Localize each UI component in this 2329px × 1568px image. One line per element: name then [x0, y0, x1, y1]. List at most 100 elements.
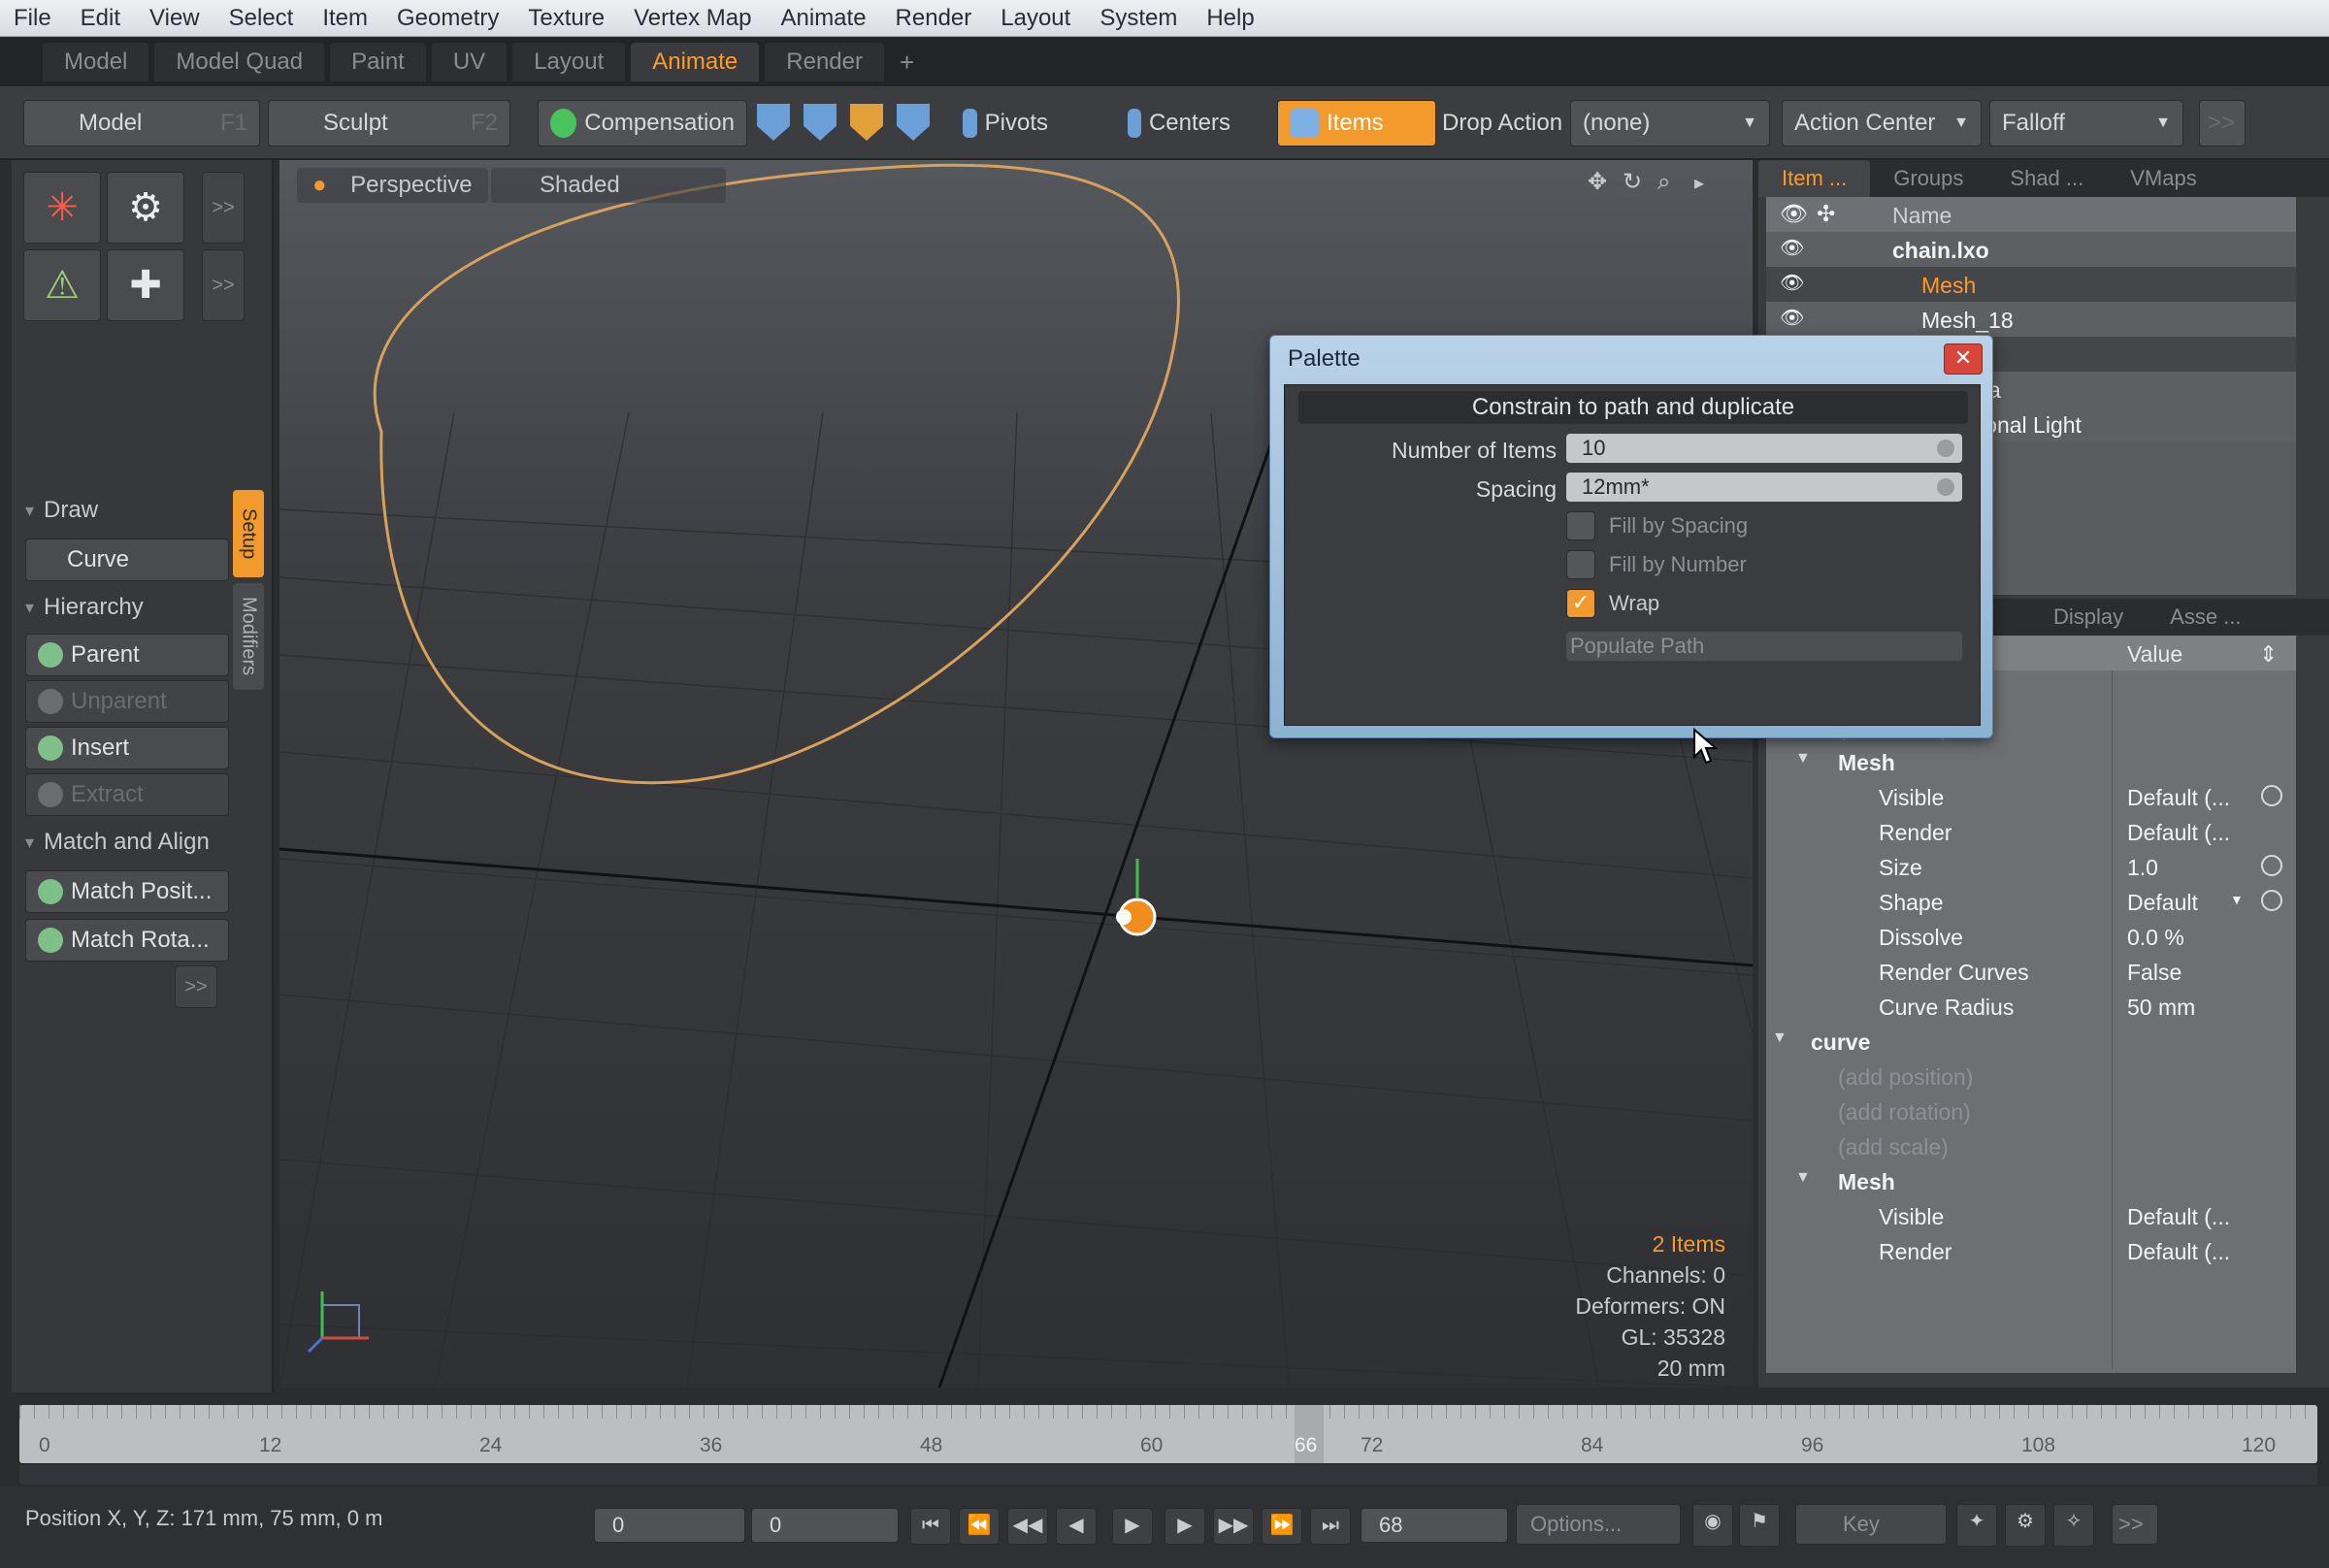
menu-item-geometry[interactable]: Geometry — [397, 5, 499, 32]
fill-by-number-checkbox[interactable] — [1566, 550, 1595, 579]
shading-selector[interactable]: Shaded — [491, 168, 726, 203]
menu-item-render[interactable]: Render — [896, 5, 972, 32]
menu-item-help[interactable]: Help — [1206, 5, 1254, 32]
menu-item-animate[interactable]: Animate — [781, 5, 867, 32]
tab-render[interactable]: Render — [765, 43, 884, 82]
item-tab-1[interactable]: Groups — [1870, 166, 1986, 191]
menu-item-texture[interactable]: Texture — [528, 5, 605, 32]
menu-item-item[interactable]: Item — [322, 5, 368, 32]
property-row[interactable]: ▼ curve — [1766, 1024, 2296, 1059]
item-row[interactable]: 👁 Mesh_18 — [1766, 302, 2296, 337]
item-row[interactable]: 👁 chain.lxo — [1766, 232, 2296, 267]
sculpt-button[interactable]: Sculpt F2 — [268, 100, 510, 147]
tab-animate[interactable]: Animate — [631, 43, 760, 82]
polygon-mode-icon[interactable] — [850, 104, 883, 141]
parent-button[interactable]: Parent — [25, 634, 229, 676]
property-value[interactable]: Default (... — [2127, 1204, 2230, 1230]
property-value[interactable]: 0.0 % — [2127, 925, 2184, 951]
hierarchy-section-header[interactable]: Hierarchy — [25, 591, 229, 624]
item-row[interactable]: 👁 Mesh — [1766, 267, 2296, 302]
closed-curve[interactable] — [373, 163, 1180, 785]
property-value[interactable]: False — [2127, 960, 2181, 986]
palette-dialog[interactable]: Palette ✕ Constrain to path and duplicat… — [1269, 335, 1993, 738]
model-button[interactable]: Model F1 — [23, 100, 260, 147]
current-frame-marker[interactable]: 66 — [1295, 1405, 1324, 1463]
pose-icon[interactable]: ✧ — [2053, 1504, 2094, 1547]
property-value[interactable]: 50 mm — [2127, 995, 2195, 1021]
menu-item-select[interactable]: Select — [229, 5, 294, 32]
property-row[interactable]: Render Default (... — [1766, 1233, 2296, 1268]
tools-more-button-2[interactable]: >> — [202, 249, 245, 321]
falloff-dropdown[interactable]: Falloff ▼ — [1989, 100, 2183, 147]
property-row[interactable]: (add position) — [1766, 1059, 2296, 1094]
property-row[interactable]: Shape Default ▼ — [1766, 884, 2296, 919]
property-row[interactable]: (add rotation) — [1766, 1094, 2296, 1128]
property-row[interactable]: Render Curves False — [1766, 954, 2296, 989]
previous-key-icon[interactable]: ⏪ — [959, 1508, 1000, 1545]
play-icon[interactable]: ▶ — [1112, 1508, 1153, 1545]
timeline-scrollbar[interactable] — [19, 1465, 2317, 1485]
menu-item-file[interactable]: File — [14, 5, 51, 32]
timeline[interactable]: 66 0 12 24 36 48 60 72 84 96 108 120 — [19, 1405, 2317, 1463]
menu-item-system[interactable]: System — [1099, 5, 1177, 32]
end-frame-field[interactable]: 68 — [1361, 1508, 1508, 1543]
camera-tool-icon[interactable]: ⚙ — [107, 172, 184, 244]
number-of-items-field[interactable]: 10 — [1566, 434, 1962, 463]
close-button[interactable]: ✕ — [1944, 343, 1983, 375]
centers-button[interactable]: Centers — [1116, 100, 1242, 147]
fill-by-spacing-checkbox[interactable] — [1566, 511, 1595, 540]
compensation-button[interactable]: Compensation — [538, 100, 747, 147]
curve-button[interactable]: Curve — [25, 539, 229, 581]
auto-key-icon[interactable]: ◉ — [1692, 1504, 1733, 1547]
menu-item-edit[interactable]: Edit — [81, 5, 120, 32]
skeleton-icon[interactable]: ✦ — [1956, 1504, 1997, 1547]
tab-model-quad[interactable]: Model Quad — [154, 43, 325, 82]
draw-section-header[interactable]: Draw — [25, 494, 229, 527]
property-row[interactable]: ▼ Mesh — [1766, 1163, 2296, 1198]
material-mode-icon[interactable] — [897, 104, 930, 141]
property-value[interactable]: Default (... — [2127, 1239, 2230, 1265]
property-row[interactable]: Render Default (... — [1766, 814, 2296, 849]
property-value[interactable]: Default (... — [2127, 785, 2230, 811]
property-value[interactable]: 1.0 — [2127, 855, 2158, 881]
keyframe-toggle-icon[interactable] — [2261, 890, 2282, 911]
edge-mode-icon[interactable] — [804, 104, 836, 141]
start-frame-field[interactable]: 0 — [594, 1508, 745, 1543]
expand-chevron-icon[interactable]: ▼ — [1795, 750, 1811, 768]
property-row[interactable]: (add scale) — [1766, 1128, 2296, 1163]
previous-frame-icon[interactable]: ◀ — [1056, 1508, 1097, 1545]
extract-button[interactable]: Extract — [25, 773, 229, 816]
expand-chevron-icon[interactable]: ▼ — [1772, 1029, 1788, 1047]
expand-chevron-icon[interactable]: ▼ — [1795, 1169, 1811, 1187]
property-row[interactable]: Curve Radius 50 mm — [1766, 989, 2296, 1024]
property-tab-0[interactable]: Display — [2030, 604, 2147, 630]
tab-uv[interactable]: UV — [431, 43, 508, 82]
bottom-more-button[interactable]: >> — [2112, 1504, 2158, 1545]
menu-item-layout[interactable]: Layout — [1000, 5, 1070, 32]
item-tab-3[interactable]: VMaps — [2107, 166, 2219, 191]
go-to-end-icon[interactable]: ⏭ — [1310, 1508, 1351, 1545]
property-value[interactable]: Default — [2127, 890, 2198, 916]
visibility-icon[interactable]: 👁 — [1780, 271, 1804, 295]
step-forward-icon[interactable]: ▶▶ — [1213, 1508, 1254, 1545]
populate-path-button[interactable]: Populate Path — [1566, 632, 1962, 661]
property-tab-1[interactable]: Asse ... — [2147, 604, 2264, 630]
match-align-section-header[interactable]: Match and Align — [25, 826, 229, 859]
key-filter-icon[interactable]: ⚑ — [1739, 1504, 1780, 1547]
tab-model[interactable]: Model — [43, 43, 149, 82]
tab-setup[interactable]: Setup — [233, 490, 264, 577]
menu-item-view[interactable]: View — [149, 5, 200, 32]
pivots-button[interactable]: Pivots — [951, 100, 1060, 147]
go-to-start-icon[interactable]: ⏮ — [910, 1508, 951, 1545]
tab-paint[interactable]: Paint — [330, 43, 426, 82]
action-center-dropdown[interactable]: Action Center ▼ — [1782, 100, 1982, 147]
property-row[interactable]: ▼ Mesh — [1766, 744, 2296, 779]
key-button[interactable]: Key — [1795, 1504, 1947, 1545]
skeleton-tool-icon[interactable]: ⚠ — [23, 249, 101, 321]
item-tab-0[interactable]: Item ... — [1758, 160, 1871, 197]
item-tab-2[interactable]: Shad ... — [1986, 166, 2107, 191]
next-key-icon[interactable]: ⏩ — [1262, 1508, 1302, 1545]
property-row[interactable]: Visible Default (... — [1766, 779, 2296, 814]
step-back-icon[interactable]: ◀◀ — [1007, 1508, 1048, 1545]
vertex-mode-icon[interactable] — [757, 104, 790, 141]
